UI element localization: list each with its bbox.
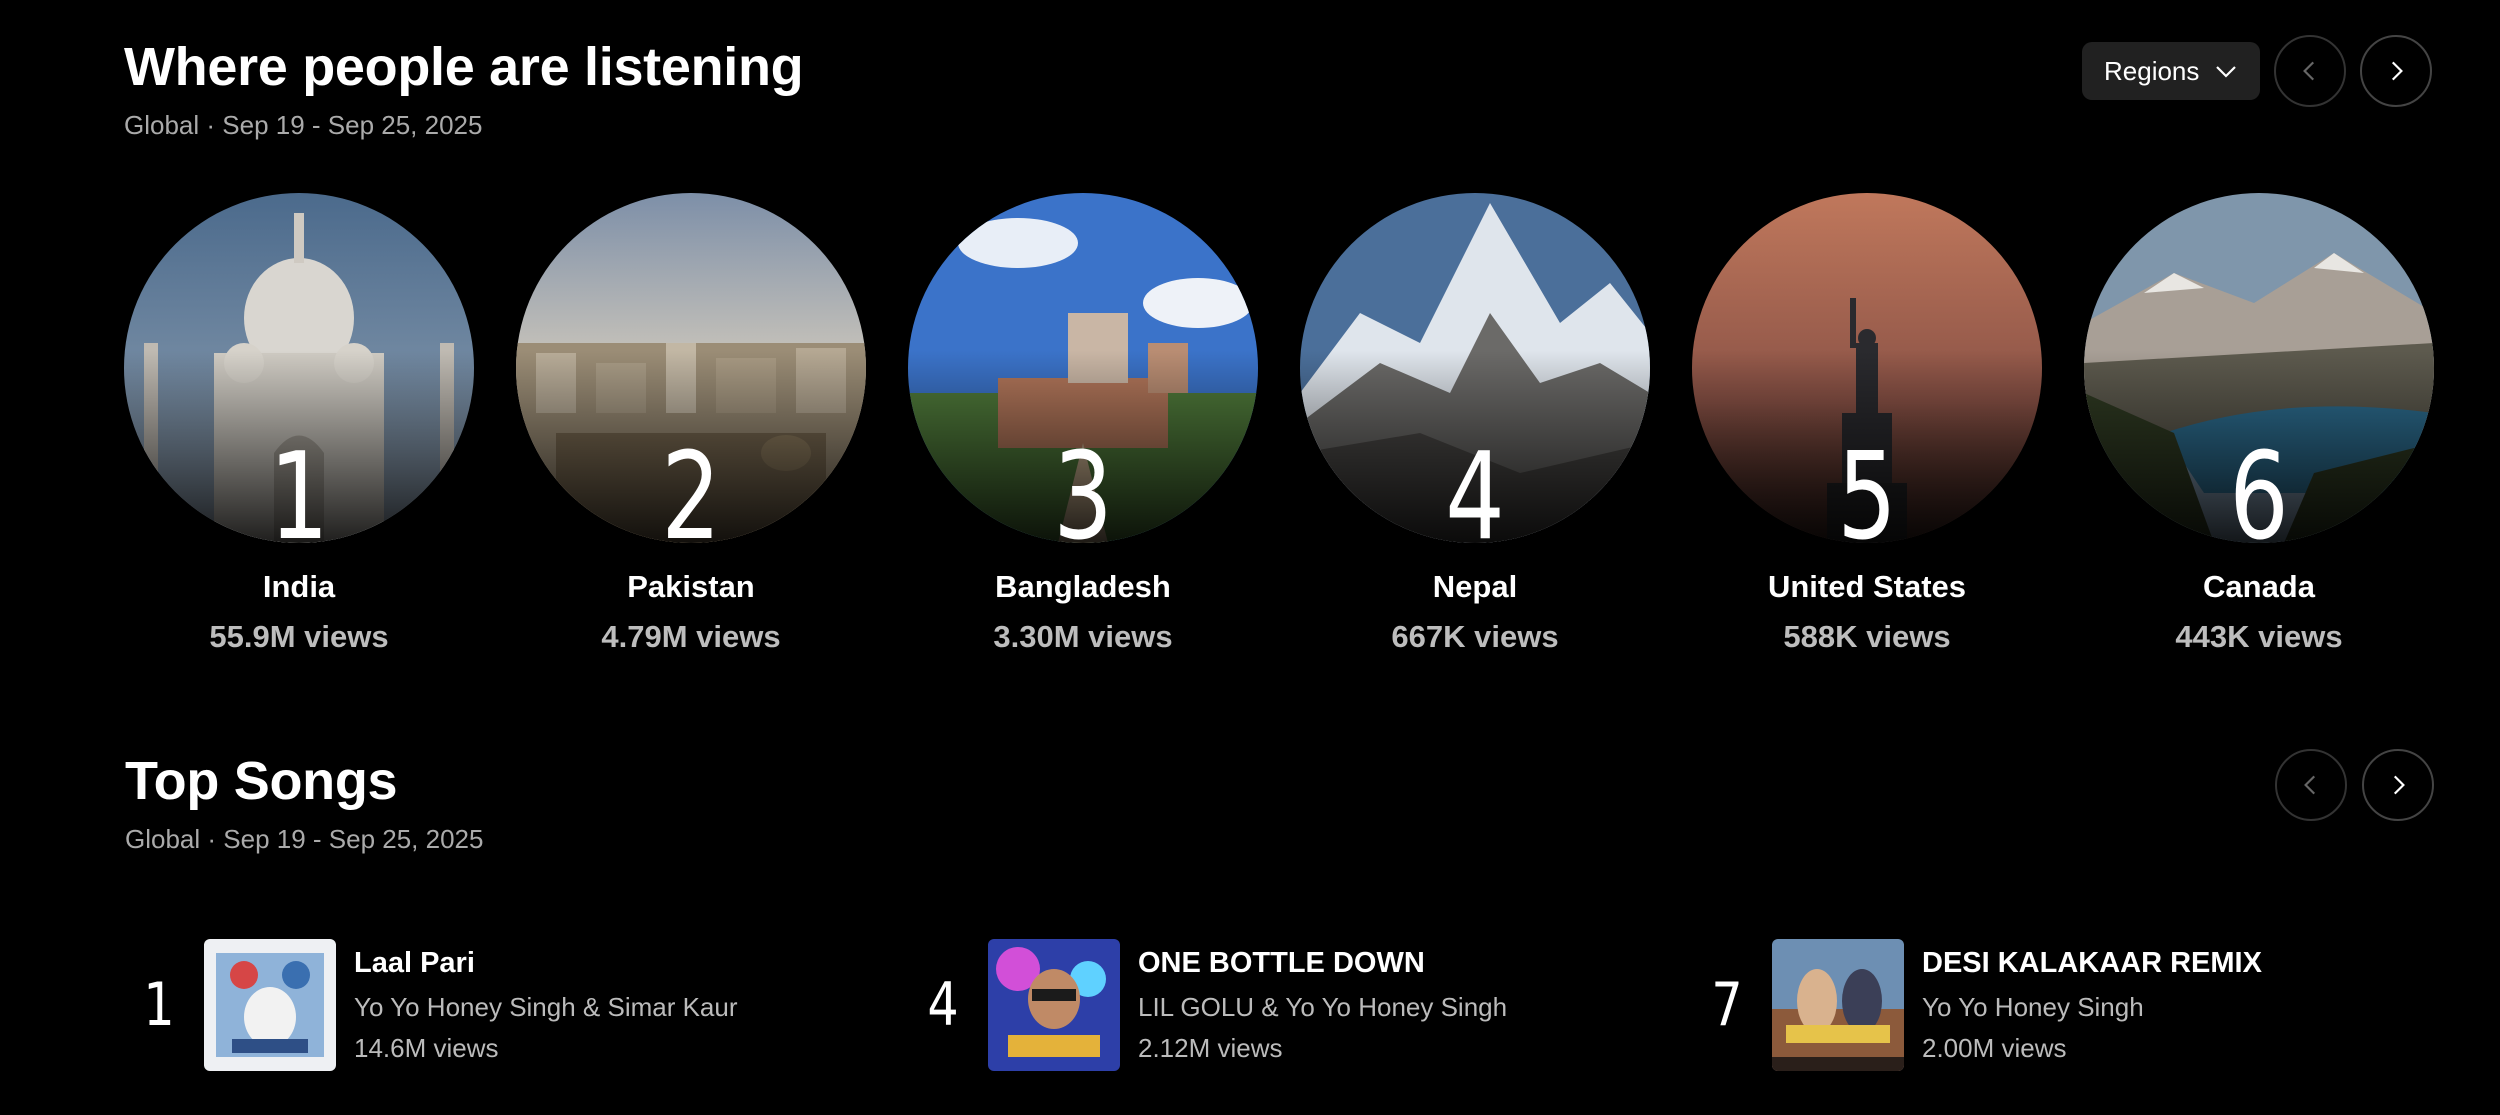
song-item-desi-kalakaar-remix[interactable]: 7 DESI KALAKAAR REMIX Yo Yo Honey Singh …	[1694, 939, 2262, 1071]
region-views: 588K views	[1783, 619, 1951, 654]
region-card-india[interactable]: 1 India 55.9M views	[124, 193, 474, 655]
region-name: Canada	[2203, 569, 2315, 604]
region-views: 3.30M views	[993, 619, 1173, 654]
region-rank: 1	[269, 428, 329, 544]
chevron-left-icon	[2304, 775, 2316, 795]
region-rank: 6	[2229, 428, 2289, 544]
region-rank: 4	[1445, 428, 1505, 544]
region-card-bangladesh[interactable]: 3 Bangladesh 3.30M views	[908, 193, 1258, 655]
city-skyline-photo: 2	[516, 193, 866, 543]
song-artist: Yo Yo Honey Singh	[1922, 991, 2144, 1022]
song-views: 2.00M views	[1922, 1032, 2067, 1063]
region-rank: 3	[1053, 428, 1113, 544]
chevron-down-icon	[2216, 66, 2236, 78]
chevron-right-icon	[2391, 61, 2403, 81]
region-views: 55.9M views	[209, 619, 389, 654]
songs-section-title: Top Songs	[125, 751, 398, 811]
region-name: India	[262, 569, 336, 604]
fort-photo: 3	[908, 193, 1258, 543]
mountain-photo: 4	[1300, 193, 1650, 543]
song-views: 14.6M views	[354, 1032, 499, 1063]
region-card-nepal[interactable]: 4 Nepal 667K views	[1300, 193, 1650, 655]
song-title: DESI KALAKAAR REMIX	[1922, 946, 2262, 979]
regions-prev-button[interactable]	[2274, 35, 2346, 107]
region-views: 4.79M views	[601, 619, 781, 654]
songs-section-subtitle: Global · Sep 19 - Sep 25, 2025	[125, 824, 484, 854]
song-rank: 4	[927, 970, 959, 1040]
song-artist: Yo Yo Honey Singh & Simar Kaur	[354, 991, 738, 1022]
song-item-laal-pari[interactable]: 1 Laal Pari Yo Yo Honey Singh & Simar Ka…	[126, 939, 738, 1071]
regions-section-subtitle: Global · Sep 19 - Sep 25, 2025	[124, 110, 483, 140]
taj-mahal-photo: 1	[124, 193, 474, 543]
chevron-right-icon	[2393, 775, 2405, 795]
chevron-left-icon	[2303, 61, 2315, 81]
region-card-canada[interactable]: 6 Canada 443K views	[2084, 193, 2434, 655]
region-name: United States	[1767, 569, 1967, 604]
song-views: 2.12M views	[1138, 1032, 1283, 1063]
song-rank: 1	[143, 970, 175, 1040]
regions-dropdown-label: Regions	[2104, 55, 2200, 86]
region-card-pakistan[interactable]: 2 Pakistan 4.79M views	[516, 193, 866, 655]
statue-of-liberty-photo: 5	[1692, 193, 2042, 543]
song-title: Laal Pari	[354, 946, 475, 979]
song-thumbnail	[1772, 939, 1904, 1071]
song-artist: LIL GOLU & Yo Yo Honey Singh	[1138, 991, 1508, 1022]
song-title: ONE BOTTLE DOWN	[1138, 946, 1425, 979]
regions-section-title: Where people are listening	[124, 37, 804, 97]
regions-dropdown[interactable]: Regions	[2082, 42, 2260, 100]
song-item-one-bottle-down[interactable]: 4 ONE BOTTLE DOWN LIL GOLU & Yo Yo Honey…	[910, 939, 1507, 1071]
region-rank: 2	[661, 428, 721, 544]
songs-next-button[interactable]	[2362, 749, 2434, 821]
region-name: Nepal	[1432, 569, 1518, 604]
region-rank: 5	[1837, 428, 1897, 544]
songs-prev-button[interactable]	[2275, 749, 2347, 821]
region-name: Pakistan	[627, 569, 755, 604]
lake-mountains-photo: 6	[2084, 193, 2434, 543]
region-name: Bangladesh	[995, 569, 1171, 604]
region-views: 667K views	[1391, 619, 1559, 654]
song-rank: 7	[1711, 970, 1743, 1040]
region-card-united-states[interactable]: 5 United States 588K views	[1692, 193, 2042, 655]
song-thumbnail	[204, 939, 336, 1071]
song-thumbnail	[988, 939, 1120, 1071]
region-views: 443K views	[2175, 619, 2343, 654]
regions-next-button[interactable]	[2360, 35, 2432, 107]
